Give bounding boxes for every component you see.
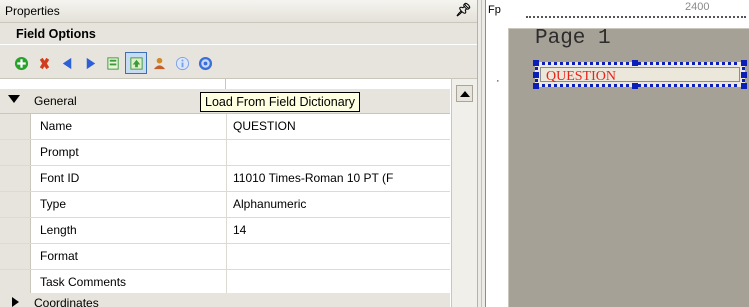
category-coordinates[interactable]: Coordinates bbox=[0, 293, 450, 307]
help-icon bbox=[198, 56, 212, 70]
property-row-font-id[interactable]: Font ID 11010 Times-Roman 10 PT (F bbox=[0, 166, 450, 192]
page-label: Page 1 bbox=[535, 27, 611, 50]
property-row-prompt[interactable]: Prompt bbox=[0, 140, 450, 166]
resize-handle[interactable] bbox=[741, 72, 747, 78]
row-gutter bbox=[0, 218, 31, 243]
property-grid: General Name QUESTION Prompt Font ID 110… bbox=[0, 79, 450, 307]
property-value: 14 bbox=[233, 223, 247, 237]
design-canvas[interactable]: Fp 2400 · Page 1 QUESTION bbox=[486, 0, 749, 307]
field-label: QUESTION bbox=[546, 69, 616, 84]
pin-icon[interactable]: 📌︎ bbox=[455, 2, 472, 18]
property-name-label: Font ID bbox=[40, 171, 80, 185]
property-row-format[interactable]: Format bbox=[0, 244, 450, 270]
properties-header: Properties 📌︎ bbox=[0, 0, 477, 23]
help-button[interactable] bbox=[194, 52, 216, 74]
green-plus-icon bbox=[14, 56, 28, 70]
red-x-icon bbox=[39, 57, 49, 69]
left-ruler: · bbox=[486, 28, 509, 307]
fp-label: Fp bbox=[488, 4, 501, 16]
selected-field[interactable]: QUESTION bbox=[533, 60, 747, 89]
property-row-name[interactable]: Name QUESTION bbox=[0, 114, 450, 140]
delete-field-button[interactable] bbox=[33, 52, 55, 74]
property-value: 11010 Times-Roman 10 PT (F bbox=[233, 171, 394, 185]
property-value: Alphanumeric bbox=[233, 197, 307, 211]
property-name-label: Prompt bbox=[40, 145, 79, 159]
tooltip: Load From Field Dictionary bbox=[200, 92, 361, 112]
ruler-number: 2400 bbox=[685, 1, 710, 13]
book-up-arrow-icon bbox=[129, 56, 143, 70]
collapse-arrow-icon[interactable] bbox=[8, 95, 20, 103]
scroll-up-button[interactable] bbox=[456, 85, 473, 102]
grid-column-divider bbox=[225, 79, 226, 89]
load-from-field-dictionary-button[interactable] bbox=[125, 52, 147, 74]
property-row-length[interactable]: Length 14 bbox=[0, 218, 450, 244]
properties-panel: Properties 📌︎ Field Options General Name… bbox=[0, 0, 478, 307]
resize-handle[interactable] bbox=[741, 83, 747, 89]
properties-title: Properties bbox=[5, 4, 60, 18]
info-icon bbox=[175, 56, 189, 70]
property-value-cell[interactable]: 14 bbox=[226, 218, 451, 243]
resize-handle[interactable] bbox=[741, 60, 747, 66]
previous-field-button[interactable] bbox=[56, 52, 78, 74]
resize-handle[interactable] bbox=[533, 60, 539, 66]
property-value-cell[interactable] bbox=[226, 140, 451, 165]
category-coordinates-label: Coordinates bbox=[34, 296, 99, 307]
field-options-header: Field Options bbox=[0, 23, 477, 44]
ruler-ticks bbox=[526, 16, 746, 19]
resize-handle[interactable] bbox=[632, 60, 638, 66]
row-gutter bbox=[0, 270, 31, 295]
property-value-cell[interactable] bbox=[226, 244, 451, 269]
property-name-label: Task Comments bbox=[40, 275, 127, 289]
field-options-toolbar bbox=[0, 45, 477, 79]
category-general-label: General bbox=[34, 94, 77, 108]
book-green-icon bbox=[106, 56, 119, 70]
property-name-label: Format bbox=[40, 249, 79, 263]
panel-splitter[interactable] bbox=[477, 0, 486, 307]
resize-handle[interactable] bbox=[632, 83, 638, 89]
row-gutter bbox=[0, 244, 31, 269]
expand-arrow-icon[interactable] bbox=[12, 297, 19, 307]
save-to-dictionary-button[interactable] bbox=[102, 52, 124, 74]
property-grid-scrollbar[interactable] bbox=[451, 79, 478, 307]
add-field-button[interactable] bbox=[10, 52, 32, 74]
resize-handle[interactable] bbox=[533, 72, 539, 78]
row-gutter bbox=[0, 114, 31, 139]
property-value-cell[interactable]: Alphanumeric bbox=[226, 192, 451, 217]
field-options-title: Field Options bbox=[16, 27, 96, 41]
resize-handle[interactable] bbox=[533, 83, 539, 89]
property-name-label: Length bbox=[40, 223, 77, 237]
info-button[interactable] bbox=[171, 52, 193, 74]
property-value: QUESTION bbox=[233, 119, 296, 133]
property-value-cell[interactable]: 11010 Times-Roman 10 PT (F bbox=[226, 166, 451, 191]
property-value-cell[interactable] bbox=[226, 270, 451, 295]
field-input-box: QUESTION bbox=[540, 67, 740, 84]
next-field-button[interactable] bbox=[79, 52, 101, 74]
blue-left-arrow-icon bbox=[62, 57, 71, 69]
property-name-label: Type bbox=[40, 197, 67, 211]
users-button[interactable] bbox=[148, 52, 170, 74]
users-icon bbox=[153, 57, 165, 69]
property-name-label: Name bbox=[40, 119, 73, 133]
top-ruler: Fp 2400 bbox=[486, 0, 749, 29]
blue-right-arrow-icon bbox=[86, 57, 95, 69]
row-gutter bbox=[0, 140, 31, 165]
up-arrow-icon bbox=[459, 90, 470, 97]
row-gutter bbox=[0, 192, 31, 217]
ruler-tick: · bbox=[496, 75, 500, 87]
property-row-type[interactable]: Type Alphanumeric bbox=[0, 192, 450, 218]
row-gutter bbox=[0, 166, 31, 191]
splitter-line bbox=[481, 0, 482, 307]
property-value-cell[interactable]: QUESTION bbox=[226, 114, 451, 139]
